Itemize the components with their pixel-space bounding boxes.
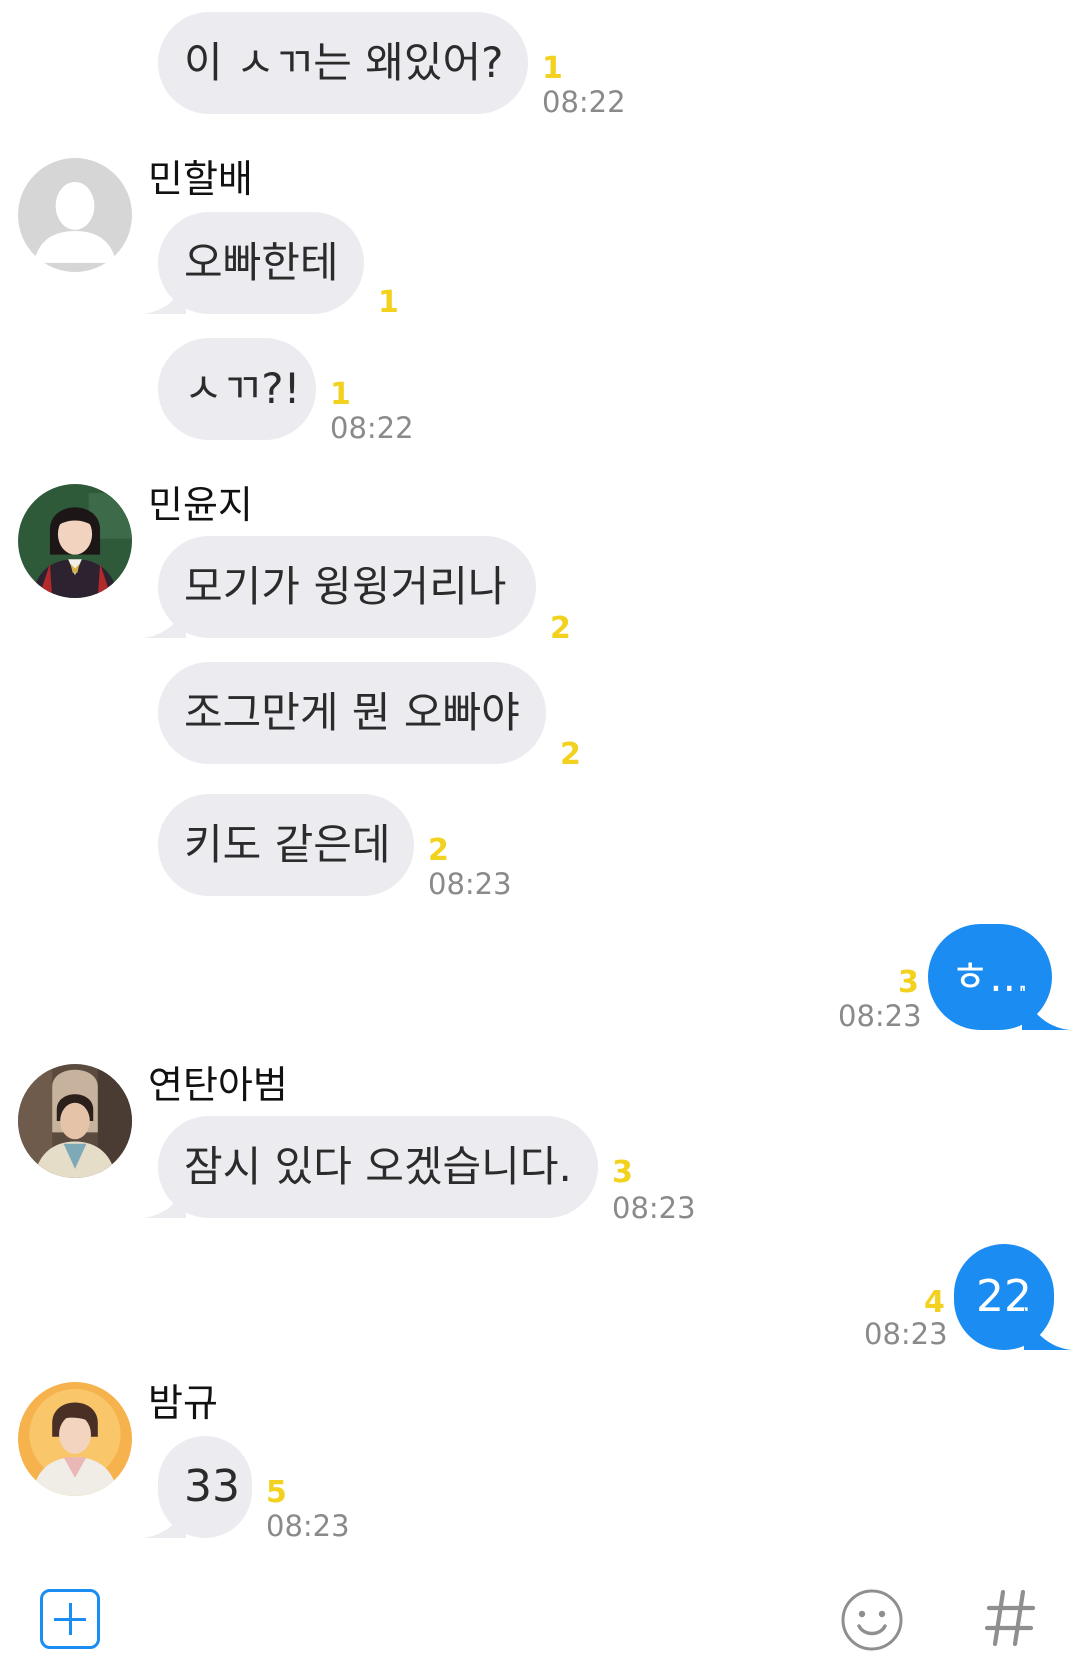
message-time: 08:22 <box>542 85 626 119</box>
avatar[interactable] <box>18 1382 132 1496</box>
unread-count: 1 <box>542 51 563 86</box>
avatar[interactable] <box>18 158 132 272</box>
message-time: 08:22 <box>330 411 414 445</box>
avatar[interactable] <box>18 1064 132 1178</box>
message-bubble[interactable]: 이 ㅅㄲ는 왜있어? <box>158 12 528 114</box>
message-text: 잠시 있다 오겠습니다. <box>184 1142 572 1191</box>
sender-name: 밤규 <box>148 1381 218 1425</box>
sender-name: 민할배 <box>148 157 253 201</box>
message-text: 키도 같은데 <box>184 820 391 869</box>
plus-square-icon[interactable] <box>40 1589 100 1649</box>
message-text: ㅅㄲ?! <box>184 364 301 413</box>
default-profile-icon <box>18 158 132 272</box>
message-time: 08:23 <box>864 1317 948 1351</box>
message-bubble[interactable]: 모기가 윙윙거리나 <box>158 536 536 638</box>
profile-photo <box>18 1064 132 1178</box>
unread-count: 2 <box>428 833 449 868</box>
message-time: 08:23 <box>428 867 512 901</box>
hashtag-icon[interactable] <box>984 1586 1036 1650</box>
message-bubble[interactable]: 조그만게 뭔 오빠야 <box>158 662 546 764</box>
message-text: 조그만게 뭔 오빠야 <box>184 688 520 737</box>
message-time: 08:23 <box>266 1509 350 1543</box>
emoji-icon[interactable] <box>840 1588 904 1652</box>
message-text: 오빠한테 <box>184 238 339 287</box>
profile-photo <box>18 1382 132 1496</box>
unread-count: 1 <box>378 285 399 320</box>
unread-count: 3 <box>898 965 919 1000</box>
unread-count: 3 <box>612 1155 633 1190</box>
my-message-bubble[interactable]: ㅎ... <box>928 924 1052 1030</box>
message-text: 22 <box>976 1271 1032 1322</box>
message-text: 모기가 윙윙거리나 <box>184 562 507 611</box>
message-bubble[interactable]: 33 <box>158 1436 252 1538</box>
avatar[interactable] <box>18 484 132 598</box>
unread-count: 1 <box>330 377 351 412</box>
profile-photo <box>18 484 132 598</box>
message-text: 33 <box>184 1461 240 1512</box>
message-bubble[interactable]: 오빠한테 <box>158 212 364 314</box>
unread-count: 5 <box>266 1475 287 1510</box>
message-text: 이 ㅅㄲ는 왜있어? <box>184 38 504 87</box>
chat-screen: 이 ㅅㄲ는 왜있어? 1 08:22 민할배 오빠한테 1 ㅅㄲ?! 1 08:… <box>0 0 1080 1680</box>
sender-name: 민윤지 <box>148 483 253 527</box>
message-bubble[interactable]: 잠시 있다 오겠습니다. <box>158 1116 598 1218</box>
message-text: ㅎ... <box>950 952 1030 1001</box>
my-message-bubble[interactable]: 22 <box>954 1244 1054 1350</box>
unread-count: 2 <box>550 611 571 646</box>
message-time: 08:23 <box>838 999 922 1033</box>
message-time: 08:23 <box>612 1191 696 1225</box>
sender-name: 연탄아범 <box>148 1063 288 1107</box>
message-bubble[interactable]: ㅅㄲ?! <box>158 338 316 440</box>
unread-count: 2 <box>560 737 581 772</box>
message-bubble[interactable]: 키도 같은데 <box>158 794 414 896</box>
unread-count: 4 <box>924 1285 945 1320</box>
